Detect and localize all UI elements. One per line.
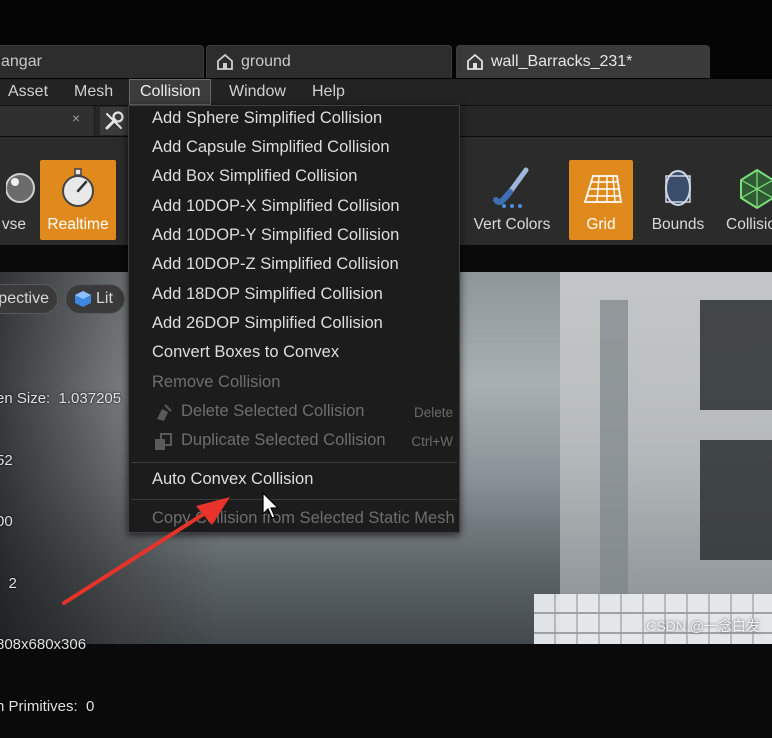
tab-wall-barracks[interactable]: wall_Barracks_231* bbox=[456, 45, 710, 78]
grid-button[interactable]: Grid bbox=[569, 160, 633, 240]
menu-item-add-26dop[interactable]: Add 26DOP Simplified Collision bbox=[152, 314, 383, 333]
watermark: CSDN @一念白发 bbox=[646, 618, 760, 634]
lit-button[interactable]: Lit bbox=[65, 284, 125, 314]
stat-line: n Primitives: 0 bbox=[0, 697, 95, 715]
menu-help[interactable]: Help bbox=[302, 79, 355, 105]
menu-item-add-capsule[interactable]: Add Capsule Simplified Collision bbox=[152, 138, 390, 157]
browse-sphere-icon bbox=[6, 173, 35, 203]
realtime-label: Realtime bbox=[47, 216, 109, 233]
details-tab[interactable] bbox=[100, 107, 128, 135]
duplicate-collision-icon bbox=[155, 433, 172, 450]
menu-item-add-box[interactable]: Add Box Simplified Collision bbox=[152, 167, 357, 186]
collision-mesh-icon bbox=[740, 168, 772, 210]
shortcut-delete: Delete bbox=[413, 405, 453, 420]
stopwatch-icon bbox=[62, 168, 94, 207]
tab-ground[interactable]: ground bbox=[206, 45, 452, 78]
collision-label: Collisio bbox=[726, 216, 772, 233]
stat-line: : 2 bbox=[0, 574, 17, 592]
menu-item-copy-collision[interactable]: Copy Collision from Selected Static Mesh bbox=[152, 509, 455, 528]
menu-item-auto-convex[interactable]: Auto Convex Collision bbox=[152, 470, 313, 489]
menu-separator bbox=[131, 462, 457, 463]
menu-item-add-10dop-x[interactable]: Add 10DOP-X Simplified Collision bbox=[152, 197, 400, 216]
background-pillar bbox=[600, 300, 628, 620]
delete-collision-icon bbox=[157, 404, 172, 421]
menu-mesh[interactable]: Mesh bbox=[64, 79, 123, 105]
menu-separator bbox=[131, 499, 457, 500]
menu-asset[interactable]: Asset bbox=[0, 79, 58, 105]
menu-item-delete-selected[interactable]: Delete Selected Collision bbox=[181, 402, 364, 421]
browse-label: vse bbox=[1, 216, 26, 233]
viewport-stats: en Size: 1.037205 52 00 : 2 808x680x306 … bbox=[0, 348, 121, 738]
lit-label: Lit bbox=[96, 290, 113, 307]
menu-collision[interactable]: Collision bbox=[129, 79, 212, 105]
bounds-icon bbox=[665, 170, 691, 206]
wrench-icon bbox=[105, 111, 124, 130]
paintbrush-icon bbox=[493, 167, 529, 208]
stat-line: en Size: 1.037205 bbox=[0, 390, 122, 407]
collision-dropdown-menu: Add Sphere Simplified Collision Add Caps… bbox=[128, 105, 460, 533]
static-mesh-icon bbox=[467, 53, 483, 70]
menu-item-add-sphere[interactable]: Add Sphere Simplified Collision bbox=[152, 109, 382, 128]
menu-item-remove-collision[interactable]: Remove Collision bbox=[152, 373, 280, 392]
menu-item-convert-boxes[interactable]: Convert Boxes to Convex bbox=[152, 343, 339, 362]
browse-button[interactable]: vse bbox=[0, 160, 35, 240]
stat-line: 00 bbox=[0, 513, 13, 530]
panel-tab-close-button[interactable]: × bbox=[72, 110, 80, 126]
tab-hangar[interactable]: angar bbox=[0, 45, 204, 78]
panel-tab[interactable] bbox=[0, 106, 95, 136]
stat-line: 52 bbox=[0, 451, 13, 469]
stat-line: 808x680x306 bbox=[0, 636, 87, 653]
bounds-button[interactable]: Bounds bbox=[642, 160, 714, 240]
menu-item-add-10dop-z[interactable]: Add 10DOP-Z Simplified Collision bbox=[152, 255, 399, 274]
tab-label: ground bbox=[241, 53, 291, 70]
collision-button[interactable]: Collisio bbox=[722, 160, 772, 240]
perspective-label: pective bbox=[0, 290, 49, 307]
static-mesh-icon bbox=[217, 53, 233, 70]
menu-item-duplicate-selected[interactable]: Duplicate Selected Collision bbox=[181, 431, 386, 450]
menu-bar: Asset Mesh Collision Window Help bbox=[0, 79, 772, 106]
menu-window[interactable]: Window bbox=[219, 79, 296, 105]
realtime-button[interactable]: Realtime bbox=[40, 160, 116, 240]
menu-item-add-18dop[interactable]: Add 18DOP Simplified Collision bbox=[152, 285, 383, 304]
perspective-button[interactable]: pective bbox=[0, 284, 58, 314]
vert-colors-button[interactable]: Vert Colors bbox=[466, 160, 558, 240]
mouse-cursor-icon bbox=[262, 492, 280, 519]
background-window bbox=[700, 440, 772, 560]
vert-colors-label: Vert Colors bbox=[473, 216, 551, 233]
menu-item-add-10dop-y[interactable]: Add 10DOP-Y Simplified Collision bbox=[152, 226, 399, 245]
background-window bbox=[700, 300, 772, 410]
tab-label: angar bbox=[1, 53, 42, 70]
bounds-label: Bounds bbox=[651, 216, 705, 233]
shortcut-ctrl-w: Ctrl+W bbox=[411, 434, 453, 449]
grid-icon bbox=[583, 175, 623, 203]
tab-label: wall_Barracks_231* bbox=[491, 53, 633, 70]
cube-icon bbox=[75, 291, 91, 307]
grid-label: Grid bbox=[586, 216, 616, 233]
